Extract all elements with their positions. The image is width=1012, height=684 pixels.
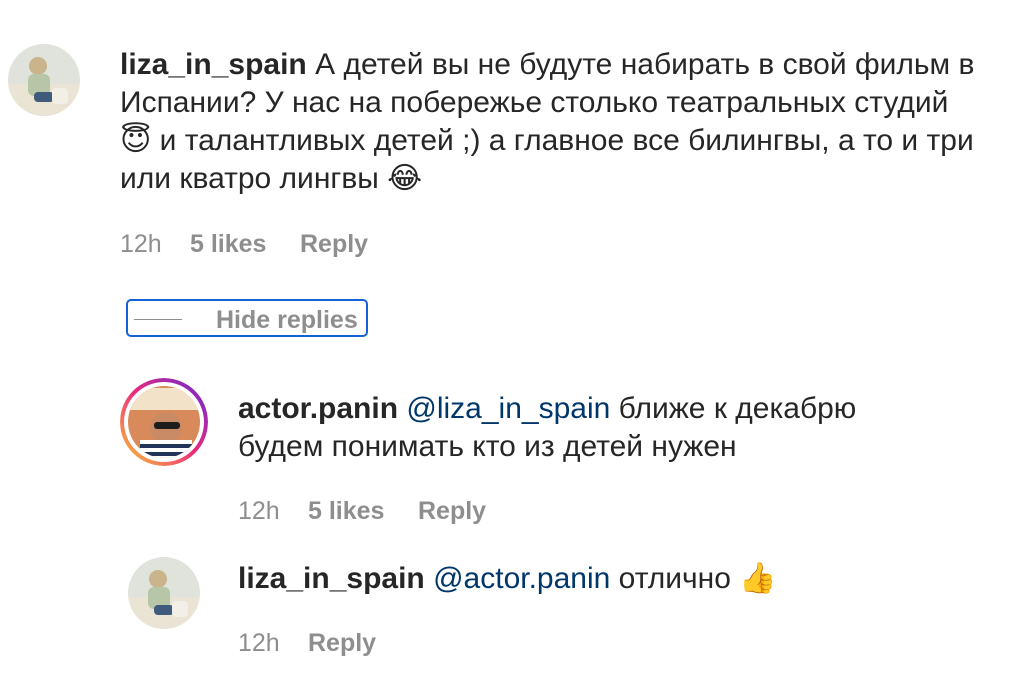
- comment-reply-button[interactable]: Reply: [300, 230, 368, 259]
- comment-text-continued: и талантливых детей ;) а главное все бил…: [120, 124, 974, 195]
- reply-meta: 12h 5 likes Reply: [238, 497, 486, 526]
- hide-replies-button[interactable]: Hide replies: [126, 299, 368, 337]
- angel-emoji-icon: 😇: [120, 123, 152, 158]
- reply-time: 12h: [238, 497, 280, 525]
- avatar-liza-in-spain-reply[interactable]: [128, 557, 200, 629]
- reply-body: actor.panin @liza_in_spain ближе к декаб…: [238, 390, 938, 466]
- reply-time: 12h: [238, 629, 280, 657]
- avatar-liza-in-spain[interactable]: [8, 44, 80, 116]
- avatar-photo-icon: [8, 44, 80, 116]
- thumbs-up-emoji-icon: 👍: [739, 561, 777, 596]
- comment-meta: 12h 5 likes Reply: [120, 230, 368, 259]
- comment-username[interactable]: liza_in_spain: [120, 48, 307, 81]
- story-ring-avatar-icon: [120, 378, 208, 466]
- thread-line-divider: [134, 319, 182, 320]
- avatar-actor-panin[interactable]: [120, 378, 208, 466]
- comment-time: 12h: [120, 230, 162, 258]
- reply-mention-link[interactable]: @actor.panin: [433, 562, 610, 595]
- reply-username[interactable]: liza_in_spain: [238, 562, 425, 595]
- comment-body: liza_in_spain А детей вы не будуте набир…: [120, 46, 980, 198]
- reply-reply-button[interactable]: Reply: [308, 629, 376, 658]
- avatar-photo-icon: [128, 557, 200, 629]
- reply-text: отлично: [618, 562, 731, 595]
- reply-meta: 12h Reply: [238, 629, 376, 658]
- comment-likes[interactable]: 5 likes: [190, 230, 300, 259]
- reply-mention-link[interactable]: @liza_in_spain: [406, 392, 610, 425]
- laughing-emoji-icon: 😂: [387, 161, 423, 196]
- reply-body: liza_in_spain @actor.panin отлично 👍: [238, 560, 958, 598]
- hide-replies-label: Hide replies: [216, 306, 358, 334]
- reply-likes[interactable]: 5 likes: [308, 497, 418, 526]
- reply-username[interactable]: actor.panin: [238, 392, 398, 425]
- reply-reply-button[interactable]: Reply: [418, 497, 486, 526]
